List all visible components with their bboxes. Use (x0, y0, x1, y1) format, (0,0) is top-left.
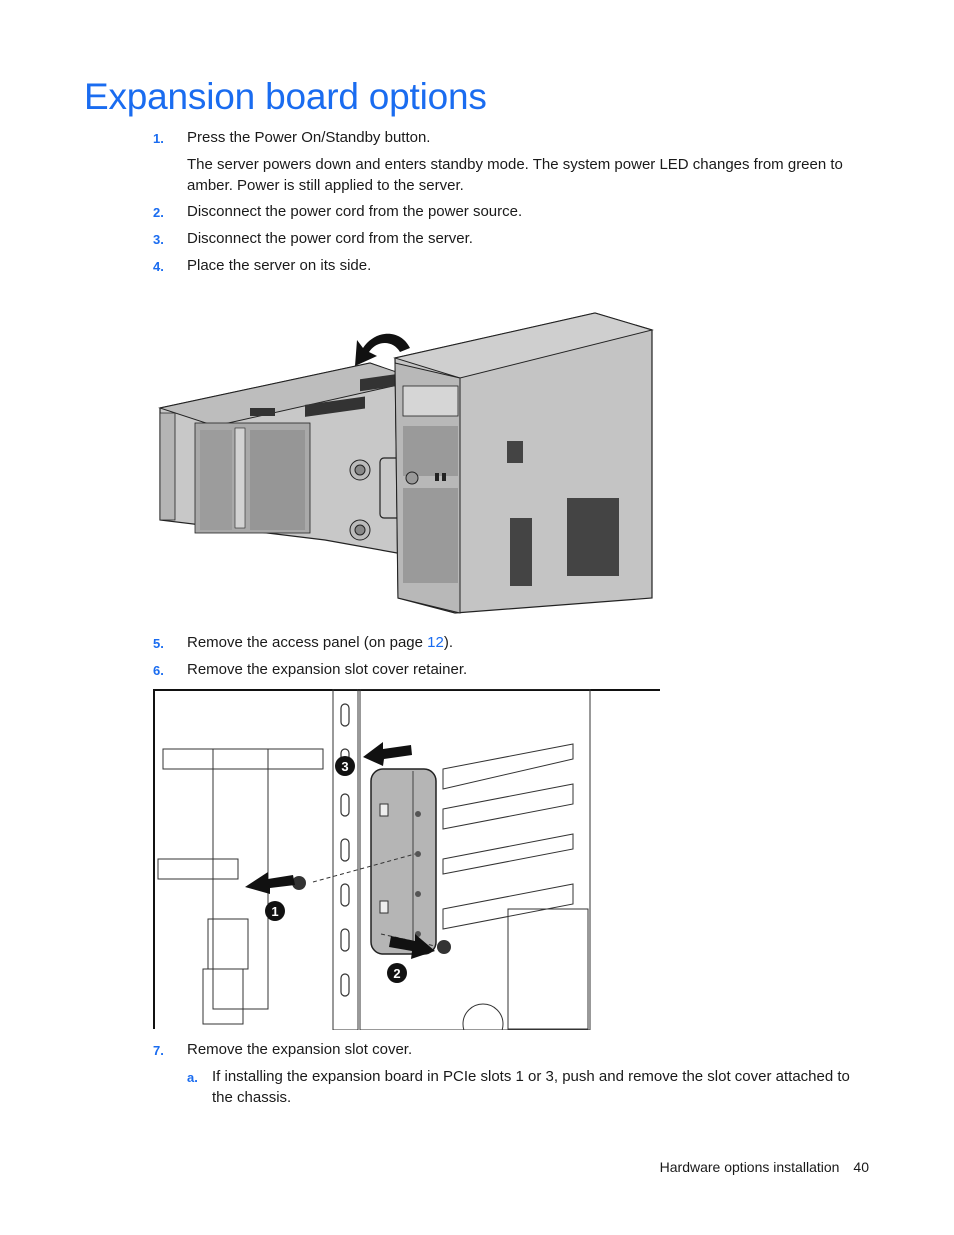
callout-3: 3 (335, 756, 355, 776)
step-text: Remove the expansion slot cover retainer… (187, 661, 468, 678)
footer-page-number: 40 (853, 1159, 869, 1175)
callout-2: 2 (387, 963, 407, 983)
step-number: 7. (153, 1043, 164, 1058)
step-number: 2. (153, 205, 164, 220)
step-number: 1. (153, 131, 164, 146)
callout-1: 1 (265, 901, 285, 921)
step-text: Remove the access panel (on page 12). (187, 634, 454, 651)
lying-server (158, 362, 426, 559)
screw-icon (437, 940, 451, 954)
standing-server (393, 312, 654, 614)
svg-text:3: 3 (341, 759, 348, 774)
substep-text: If installing the expansion board in PCI… (212, 1068, 850, 1106)
step-1-note: The server powers down and enters standb… (187, 156, 843, 194)
slot-cover-retainer (370, 768, 437, 955)
svg-text:1: 1 (271, 904, 278, 919)
arrow-1-icon (245, 872, 295, 894)
svg-text:2: 2 (393, 966, 400, 981)
step-text: Remove the expansion slot cover. (187, 1041, 413, 1058)
step-number: 6. (153, 663, 164, 678)
step-number: 5. (153, 636, 164, 651)
page-title: Expansion board options (84, 76, 487, 117)
step-text: Disconnect the power cord from the power… (187, 203, 523, 220)
footer-section: Hardware options installation (659, 1159, 840, 1175)
server-on-side-illustration (158, 312, 654, 614)
step-number: 4. (153, 259, 164, 274)
substep-letter: a. (187, 1070, 198, 1085)
step-text: Place the server on its side. (187, 257, 372, 274)
step-number: 3. (153, 232, 164, 247)
arrow-3-icon (363, 742, 412, 766)
slot-cover-retainer-illustration: 1 2 3 (153, 689, 660, 1030)
step-text: Press the Power On/Standby button. (187, 129, 431, 146)
page-link[interactable]: 12 (427, 634, 444, 651)
page-footer: Hardware options installation 40 (646, 1159, 869, 1175)
step-text: Disconnect the power cord from the serve… (187, 230, 473, 247)
